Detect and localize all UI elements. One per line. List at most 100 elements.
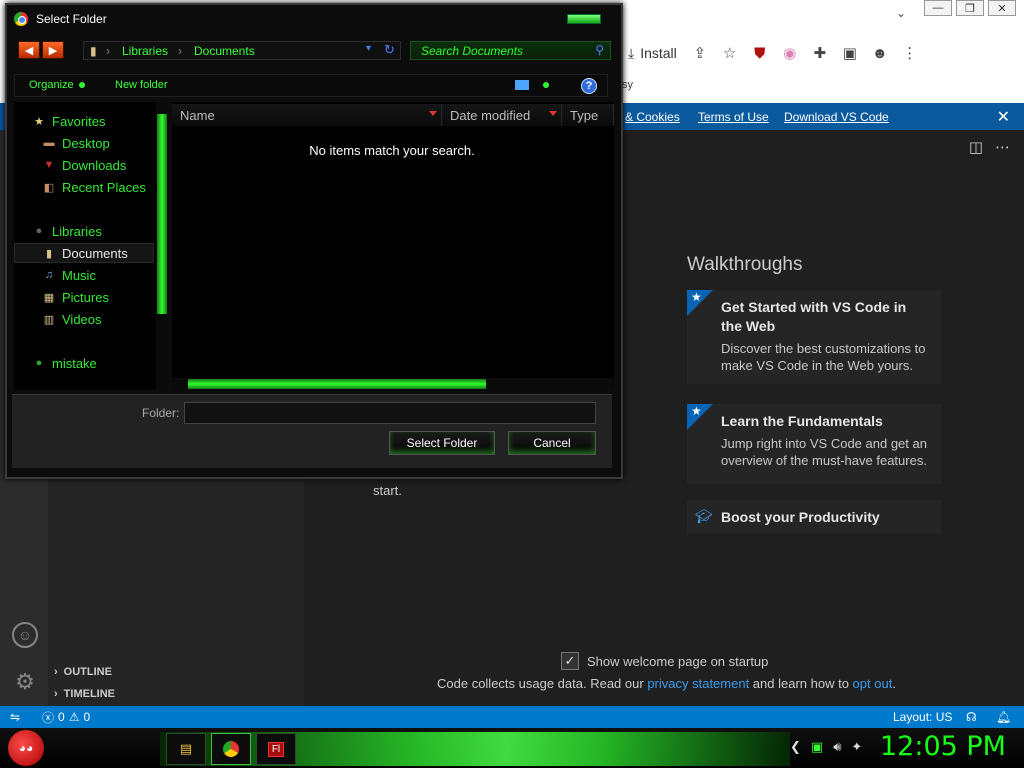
browser-toolbar: ⤓ Install ⇪ ☆ ⛊ ◉ ✚ ▣ ☻ ⋮ [620,36,1024,70]
help-icon[interactable]: ? [581,78,597,94]
outline-section[interactable]: › OUTLINE [54,666,112,678]
music-icon: ♫ [44,269,54,281]
walkthrough-card-get-started[interactable]: ★ Get Started with VS Code in the Web Di… [687,290,941,384]
feedback-icon[interactable]: ☊ [966,710,977,724]
download-vscode-link[interactable]: Download VS Code [784,110,889,124]
walkthrough-card-fundamentals[interactable]: ★ Learn the Fundamentals Jump right into… [687,404,941,484]
tray-volume-icon[interactable]: 🔊︎ [833,739,841,755]
terms-of-use-link[interactable]: Terms of Use [698,110,769,124]
walkthrough-description: Discover the best customizations to make… [721,341,926,373]
breadcrumb-libraries[interactable]: Libraries [122,44,168,58]
bookmark-star-icon[interactable]: ☆ [715,40,745,66]
nav-label: Videos [62,311,102,327]
nav-libraries[interactable]: ● Libraries [32,221,172,241]
nav-item-documents[interactable]: ▮ Documents [14,243,154,263]
recent-places-icon: ◧ [43,181,55,194]
cancel-button[interactable]: Cancel [508,431,596,455]
walkthrough-card-productivity[interactable]: 🎓︎ Boost your Productivity [687,500,941,534]
breadcrumb-documents[interactable]: Documents [194,44,255,58]
mortarboard-icon: 🎓︎ [695,508,713,524]
column-dropdown-icon[interactable] [429,111,437,116]
star-icon: ★ [691,404,702,418]
horizontal-scroll-thumb[interactable] [188,379,486,389]
taskbar-file-explorer-icon[interactable]: ▤ [166,733,206,765]
share-icon[interactable]: ⇪ [685,40,715,66]
taskbar-clock[interactable]: 12:05 PM [880,731,1006,762]
pictures-icon: ▦ [43,291,55,304]
manage-gear-icon[interactable]: ⚙ [12,669,38,695]
taskbar-glow-decoration [160,732,790,766]
chevron-right-icon: › [54,688,58,700]
privacy-statement-link[interactable]: privacy statement [647,676,749,691]
forward-arrow-icon[interactable]: ▶ [42,41,64,59]
nav-label: Pictures [62,289,109,305]
column-type[interactable]: Type [562,104,614,126]
select-folder-button[interactable]: Select Folder [389,431,495,455]
documents-icon: ▮ [45,247,53,260]
search-icon[interactable]: ⚲ [595,43,604,57]
desktop-icon: ▬ [43,137,55,149]
refresh-icon[interactable]: ↻ [384,42,395,58]
empty-search-message: No items match your search. [309,143,475,158]
taskbar-flash-icon[interactable]: Fl [256,733,296,765]
restore-button[interactable]: ❐ [956,0,984,16]
walkthrough-title: Get Started with VS Code in the Web [721,299,907,334]
homegroup-icon: ● [35,357,43,369]
extension-ublock-icon[interactable]: ⛊ [745,40,775,66]
tray-app-icon[interactable]: ✦ [851,739,862,755]
nav-label: Music [62,267,96,283]
videos-icon: ▥ [43,313,55,326]
view-dropdown-icon[interactable] [543,82,549,88]
banner-close-icon[interactable]: ✕ [997,107,1010,127]
walkthrough-title: Boost your Productivity [721,509,880,525]
nav-label: Favorites [52,113,106,129]
walkthrough-description: Jump right into VS Code and get an overv… [721,436,927,468]
walkthroughs-heading: Walkthroughs [687,254,803,275]
column-name[interactable]: Name [172,104,442,126]
start-text: start. [373,483,402,498]
back-arrow-icon[interactable]: ◀ [18,41,40,59]
timeline-section[interactable]: › TIMELINE [54,688,115,700]
taskbar-chrome-icon[interactable] [211,733,251,765]
extension-flag-icon[interactable]: ◉ [775,40,805,66]
column-date-modified[interactable]: Date modified [442,104,562,126]
split-editor-icon[interactable]: ◫ [969,138,983,156]
address-dropdown-icon[interactable]: ▾ [366,43,371,54]
opt-out-link[interactable]: opt out [853,676,893,691]
change-view-icon[interactable] [515,80,529,90]
install-app-button[interactable]: ⤓ Install [620,40,685,66]
nav-favorites[interactable]: ★ Favorites [32,111,172,131]
start-button-bird-icon[interactable]: ◕◕ [8,730,44,766]
nav-scroll-thumb[interactable] [157,114,167,314]
tray-network-icon[interactable]: ▣ [811,739,823,755]
dialog-close-button[interactable] [567,14,601,24]
cookies-link[interactable]: & Cookies [625,110,680,124]
folder-label: Folder: [142,406,180,420]
remote-indicator-icon[interactable]: ⇋ [10,710,20,724]
browser-menu-icon[interactable]: ⋮ [895,40,925,66]
file-pane-horizontal-scrollbar[interactable] [172,378,614,390]
extensions-puzzle-icon[interactable]: ✚ [805,40,835,66]
window-controls: — ❐ ✕ [924,0,1016,18]
show-welcome-checkbox[interactable]: ✓ [561,652,579,670]
nav-pane-scrollbar[interactable] [156,102,168,390]
search-documents-input[interactable]: Search Documents ⚲ [410,41,611,60]
profile-avatar-icon[interactable]: ☻ [865,40,895,66]
keyboard-layout-status[interactable]: Layout: US [893,710,952,724]
tab-search-chevron-icon[interactable]: ⌄ [896,6,906,20]
column-dropdown-icon[interactable] [549,111,557,116]
organize-menu[interactable]: Organize [29,79,85,91]
new-folder-button[interactable]: New folder [115,79,168,91]
close-window-button[interactable]: ✕ [988,0,1016,16]
problems-indicator[interactable]: ⓧ 0 ⚠ 0 [42,709,90,726]
minimize-button[interactable]: — [924,0,952,16]
more-actions-icon[interactable]: ⋯ [995,138,1010,156]
side-panel-icon[interactable]: ▣ [835,40,865,66]
folder-name-input[interactable] [184,402,596,424]
nav-homegroup[interactable]: ● mistake [32,353,172,373]
notifications-bell-icon[interactable]: 🔔︎ [996,710,1011,724]
address-bar[interactable]: ▮ › Libraries › Documents ▾ ↻ [83,41,401,60]
error-icon: ⓧ [42,710,55,725]
tray-chevron-icon[interactable]: ❮ [790,739,801,755]
accounts-icon[interactable]: ☺ [12,622,38,648]
